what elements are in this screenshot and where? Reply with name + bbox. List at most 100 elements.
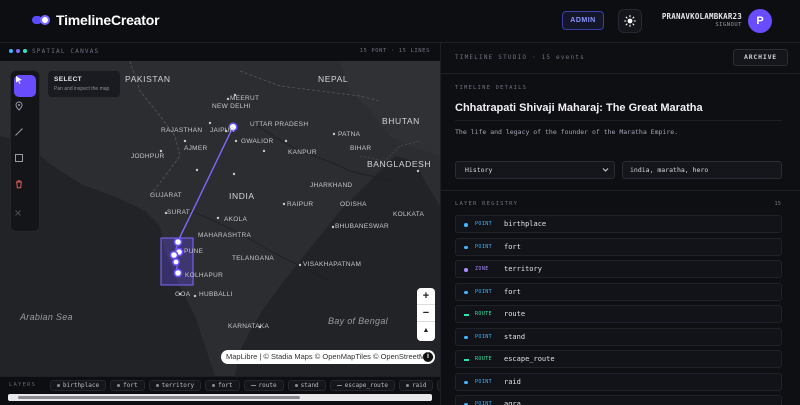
dot-icon (406, 384, 410, 387)
layer-row[interactable]: ROUTE route (455, 305, 782, 323)
map-label-maharashtra: MAHARASHTRA (198, 232, 252, 239)
layer-name: raid (504, 377, 521, 386)
zone-tool-button[interactable] (14, 153, 36, 175)
layer-chip[interactable]: fort (205, 380, 240, 391)
dot-icon (464, 335, 468, 339)
zoom-in-button[interactable]: + (417, 288, 435, 305)
registry-label: LAYER REGISTRY (455, 201, 519, 207)
details-label: TIMELINE DETAILS (455, 85, 528, 91)
route-icon (464, 314, 469, 316)
layer-name: escape_route (504, 355, 555, 363)
layer-kind: POINT (475, 243, 493, 250)
line-icon (15, 128, 23, 136)
layer-kind: ROUTE (475, 356, 493, 362)
theme-toggle-button[interactable] (618, 9, 642, 33)
layer-row[interactable]: POINT fort (455, 237, 782, 256)
map-label-india: INDIA (229, 191, 255, 201)
dot-icon (464, 290, 468, 294)
dot-icon (464, 380, 468, 384)
dot-icon (212, 384, 216, 387)
line-tool-button[interactable] (14, 127, 36, 149)
map-attribution: MapLibre | © Stadia Maps © OpenMapTiles … (221, 350, 435, 364)
status-dot (16, 49, 20, 53)
layer-name: route (504, 310, 526, 318)
status-dot (23, 49, 27, 53)
dot-icon (155, 384, 159, 387)
archive-button[interactable]: ARCHIVE (733, 49, 788, 66)
map-label-goa: GOA (175, 291, 191, 298)
delete-tool-button[interactable] (14, 179, 36, 201)
tooltip-desc: Pan and inspect the map (54, 86, 110, 92)
map-label-jharkhand: JHARKHAND (310, 182, 353, 189)
registry-count: 15 (774, 201, 781, 207)
layers-title: LAYERS (9, 382, 37, 388)
layer-row[interactable]: POINT stand (455, 327, 782, 346)
map-label-odisha: ODISHA (340, 201, 367, 208)
layer-chip-label: raid (412, 382, 427, 389)
layer-row[interactable]: POINT fort (455, 282, 782, 301)
layer-chip[interactable]: route (243, 380, 284, 391)
drawing-toolbar (10, 70, 40, 232)
select-tool-button[interactable] (14, 75, 36, 97)
timeline-description-input[interactable]: The life and legacy of the founder of th… (455, 128, 678, 136)
layer-chip-label: territory (161, 382, 195, 389)
scrollbar-thumb[interactable] (18, 396, 300, 399)
zoom-out-button[interactable]: − (417, 305, 435, 322)
layer-row[interactable]: ROUTE escape_route (455, 350, 782, 368)
signout-link[interactable]: SIGNOUT (650, 22, 742, 28)
close-icon (15, 210, 21, 216)
layer-row[interactable]: ZONE territory (455, 260, 782, 278)
dot-icon (117, 384, 121, 387)
trash-icon (16, 180, 22, 189)
point-tool-button[interactable] (14, 101, 36, 123)
layer-chip-label: fort (218, 382, 233, 389)
map-label-hubballi: HUBBALLI (199, 291, 233, 298)
layer-name: stand (504, 332, 526, 341)
map-label-akola: AKOLA (224, 216, 248, 223)
map-canvas[interactable]: PAKISTAN NEPAL BHUTAN INDIA BANGLADESH A… (0, 61, 440, 376)
layer-chip[interactable]: territory (148, 380, 202, 391)
tags-input[interactable]: india, maratha, hero (622, 161, 782, 179)
layer-row[interactable]: POINT raid (455, 372, 782, 391)
info-icon[interactable]: i (423, 352, 433, 362)
close-tool-button[interactable] (14, 209, 36, 231)
pin-icon (15, 101, 23, 111)
admin-button[interactable]: ADMIN (562, 11, 604, 30)
tool-tooltip: SELECT Pan and inspect the map (47, 70, 121, 98)
layer-kind: POINT (475, 378, 493, 385)
map-label-bihar: BIHAR (350, 145, 372, 152)
map-label-jaipur: JAIPUR (210, 127, 235, 134)
avatar[interactable]: P (748, 9, 772, 33)
layer-name: territory (504, 265, 542, 273)
map-label-ajmer: AJMER (184, 145, 208, 152)
layer-kind: POINT (475, 288, 493, 295)
canvas-stats: 15 PONT · 15 LINES (359, 48, 430, 54)
brand-logo[interactable]: TimelineCreator (32, 12, 160, 28)
layer-chip[interactable]: stand (287, 380, 326, 391)
layer-chip[interactable]: raid (399, 380, 434, 391)
map-label-uttar-pradesh: UTTAR PRADESH (250, 121, 309, 128)
layer-row[interactable]: POINT birthplace (455, 215, 782, 233)
layer-chip[interactable]: fort (110, 380, 145, 391)
sun-icon (624, 15, 636, 27)
map-label-gujarat: GUJARAT (150, 192, 182, 199)
line-icon (250, 385, 256, 386)
layer-chip[interactable]: birthplace (50, 380, 107, 391)
category-select[interactable]: History (455, 161, 615, 179)
layer-kind: POINT (475, 401, 493, 405)
layer-kind: ROUTE (475, 311, 493, 317)
layer-kind: POINT (475, 333, 493, 340)
map-label-pakistan: PAKISTAN (125, 74, 171, 84)
layer-chip[interactable]: escape_route (329, 380, 396, 391)
line-icon (336, 385, 342, 386)
map-label-bangladesh: BANGLADESH (367, 159, 432, 169)
horizontal-scrollbar[interactable] (8, 394, 432, 401)
compass-button[interactable]: ▲ (417, 322, 435, 339)
layer-row[interactable]: POINT agra (455, 395, 782, 405)
map-label-kolkata: KOLKATA (393, 211, 425, 218)
timeline-title-input[interactable]: Chhatrapati Shivaji Maharaj: The Great M… (455, 102, 703, 114)
category-value: History (465, 166, 493, 174)
square-icon (15, 154, 23, 162)
layer-name: birthplace (504, 220, 547, 228)
dot-icon (464, 223, 468, 227)
